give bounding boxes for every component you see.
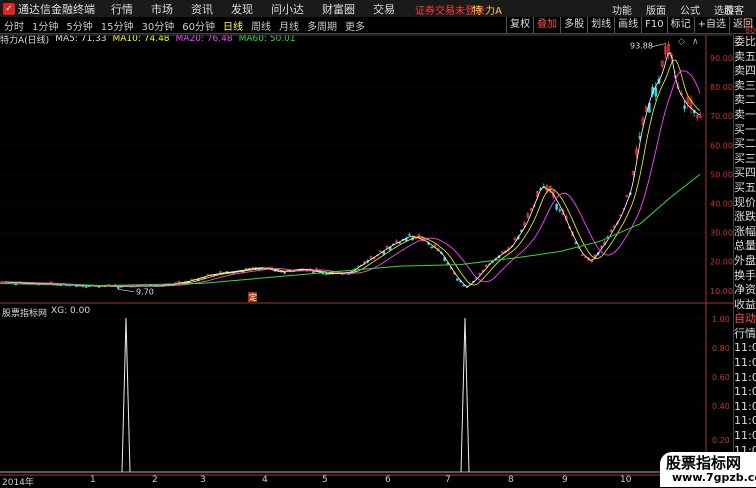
side-row-15: 外盘 [734,253,756,267]
watermark-url: www.7gpzb.com [672,471,756,484]
candle-body [81,285,85,288]
candle-body [654,87,658,97]
candle-body [683,105,686,109]
side-row-23: 11:08 [734,370,756,384]
indicator-axis-label: 1.00 [712,315,730,324]
price-axis-label: 20.00 [710,258,733,267]
price-axis-label: 30.00 [710,229,733,238]
candle-body [430,246,434,249]
side-row-16: 换手 [734,268,756,282]
candle-body [408,234,411,236]
time-axis-month-10: 10 [620,475,632,485]
side-row-19: 自动 [734,312,756,326]
price-axis-label: 40.00 [710,200,733,209]
candle-body [456,278,459,281]
side-row-12: 涨跌 [734,210,756,224]
candle-body [116,286,120,289]
kline-chart[interactable]: 90.00 80.00 70.00 60.00 50.00 40.00 30.00 20.00… [0,0,756,487]
candle-body [574,242,578,244]
side-row-25: 11:08 [734,399,756,413]
price-axis-label: 60.00 [710,141,733,150]
side-row-22: 11:08 [734,356,756,370]
time-axis-month-2: 2 [152,475,158,485]
candle-body [84,286,88,288]
side-row-7: 买二 [734,137,756,151]
chart-settings-icon[interactable]: ◇ [678,37,685,47]
high-price-pointer [651,43,667,48]
price-axis-label: 80.00 [710,83,733,92]
side-row-24: 11:08 [734,385,756,399]
side-row-11: 现价 [734,195,756,209]
time-axis-month-3: 3 [200,475,206,485]
quote-side-panel: 委比 卖五 卖四 卖三 卖二 卖一 买一 买二 买三 买四 买五 现价 涨跌 涨幅 总量 外盘 换手 净资 收益 自动… [733,35,756,487]
candle-body [398,242,402,244]
low-price-label: 9.70 [136,288,154,297]
side-row-13: 涨幅 [734,224,756,238]
side-row-8: 买三 [734,151,756,165]
side-row-1: 卖五 [734,49,756,63]
indicator-label: 股票指标网 XG: 0.00 [2,306,90,319]
time-axis-month-1: 1 [90,475,96,485]
side-row-27: 11:09 [734,429,756,443]
side-row-21: 11:08 [734,341,756,355]
candle-body [465,286,469,288]
time-axis-start: 2014年 [2,478,34,488]
time-axis-month-7: 7 [445,475,451,485]
indicator-value: XG: 0.00 [51,306,91,316]
candle-body [97,286,101,288]
price-axis-label: 10.00 [710,287,733,296]
price-axis-label: 50.00 [710,170,733,179]
indicator-axis-label: 0.60 [712,373,730,382]
candle-body [312,271,315,273]
time-axis-month-4: 4 [262,475,268,485]
ma5-line [0,52,701,287]
time-axis-month-9: 9 [562,475,568,485]
time-axis-month-6: 6 [385,475,391,485]
indicator-axis-label: 0.20 [712,436,730,445]
ma10-line [0,59,701,287]
side-row-20: 行情 [734,326,756,340]
side-row-4: 卖二 [734,93,756,107]
indicator-axis-label: 0.80 [712,344,730,353]
side-row-2: 卖四 [734,64,756,78]
chart-collapse-icon[interactable]: ∧ [692,37,699,47]
candle-body [283,271,286,274]
side-row-9: 买四 [734,166,756,180]
side-row-5: 卖一 [734,107,756,121]
price-axis-label: 90.00 [710,54,733,63]
candle-body [558,209,562,211]
candle-body [555,203,558,210]
side-row-14: 总量 [734,239,756,253]
side-row-10: 买五 [734,180,756,194]
side-row-17: 净资 [734,283,756,297]
side-row-0: 委比 [734,35,756,48]
time-axis-month-5: 5 [322,475,328,485]
side-row-26: 11:09 [734,414,756,428]
indicator-name[interactable]: 股票指标网 [2,306,47,319]
ma60-line [0,174,701,287]
watermark-title: 股票指标网 [666,454,742,472]
side-row-6: 买一 [734,122,756,136]
time-axis: 2014年 1 2 3 4 5 6 7 8 9 10 [0,475,733,488]
candle-body [324,273,328,275]
corner-indicator: L 8008 [745,17,756,35]
high-price-label: 93.88 [630,42,653,51]
event-marker-label: 定 [249,292,257,302]
side-row-3: 卖三 [734,78,756,92]
xg-signal-spike [460,317,470,473]
xg-signal-spike [121,317,131,473]
candle-body [382,251,386,255]
candle-body [388,247,392,251]
indicator-axis-label: 0.40 [712,402,730,411]
side-row-18: 收益 [734,297,756,311]
time-axis-month-8: 8 [508,475,514,485]
price-axis-label: 70.00 [710,112,733,121]
